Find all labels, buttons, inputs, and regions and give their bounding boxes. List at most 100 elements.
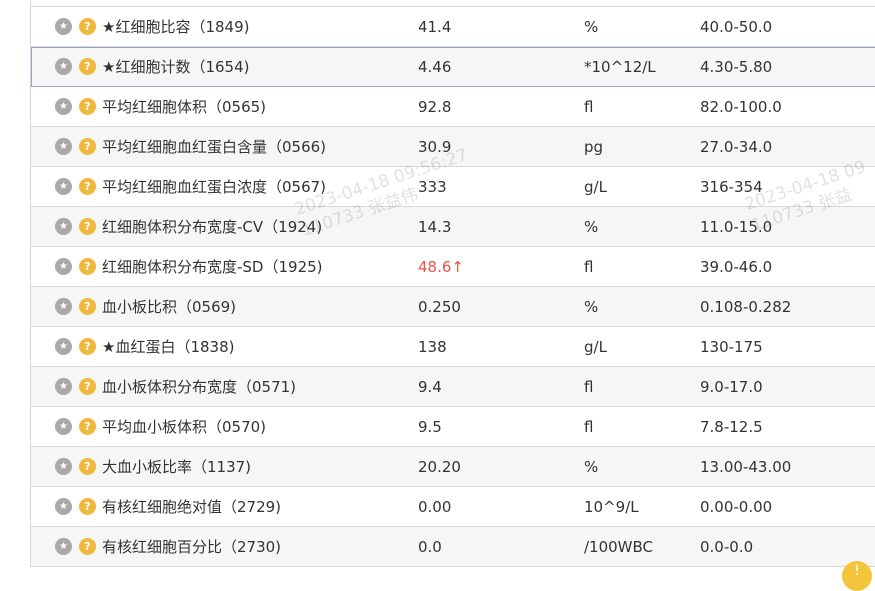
- question-icon[interactable]: ?: [79, 458, 96, 475]
- unit: %: [584, 17, 599, 36]
- unit: g/L: [584, 177, 607, 196]
- star-icon[interactable]: ★: [55, 18, 72, 35]
- unit: fl: [584, 377, 594, 396]
- item-name-cell: ★ ? 平均红细胞血红蛋白浓度（0567): [55, 167, 405, 206]
- reference-range: 7.8-12.5: [700, 417, 763, 436]
- reference-range: 9.0-17.0: [700, 377, 763, 396]
- item-name: 红细胞体积分布宽度-SD（1925): [102, 258, 323, 276]
- item-name: ★红细胞比容（1849): [102, 18, 250, 36]
- table-row[interactable]: ★ ? ★红细胞比容（1849) 41.4 % 40.0-50.0: [31, 7, 875, 47]
- table-row[interactable]: ★ ? 平均红细胞血红蛋白含量（0566) 30.9 pg 27.0-34.0: [31, 127, 875, 167]
- item-name-cell: ★ ? 有核红细胞百分比（2730): [55, 527, 405, 566]
- table-row[interactable]: ★ ? 大血小板比率（1137) 20.20 % 13.00-43.00: [31, 447, 875, 487]
- table-row[interactable]: ★ ? 平均血小板体积（0570) 9.5 fl 7.8-12.5: [31, 407, 875, 447]
- item-name-cell: ★ ? 平均红细胞血红蛋白含量（0566): [55, 127, 405, 166]
- star-icon[interactable]: ★: [55, 458, 72, 475]
- question-icon[interactable]: ?: [79, 498, 96, 515]
- table-row[interactable]: ★ ? 平均红细胞血红蛋白浓度（0567) 333 g/L 316-354: [31, 167, 875, 207]
- question-icon[interactable]: ?: [79, 18, 96, 35]
- result-value-abnormal: 48.6↑: [418, 257, 464, 276]
- item-name: 平均血小板体积（0570): [102, 418, 267, 436]
- unit: %: [584, 217, 599, 236]
- result-value: 4.46: [418, 57, 452, 76]
- item-name: 有核红细胞绝对值（2729): [102, 498, 282, 516]
- star-icon[interactable]: ★: [55, 178, 72, 195]
- table-row[interactable]: ★ ? ★血红蛋白（1838) 138 g/L 130-175: [31, 327, 875, 367]
- table-row[interactable]: ★ ? 平均红细胞体积（0565) 92.8 fl 82.0-100.0: [31, 87, 875, 127]
- reference-range: 39.0-46.0: [700, 257, 773, 276]
- unit: %: [584, 297, 599, 316]
- result-value: 0.00: [418, 497, 452, 516]
- reference-range: 0.108-0.282: [700, 297, 792, 316]
- floating-help-icon[interactable]: !: [842, 561, 872, 591]
- reference-range: 130-175: [700, 337, 763, 356]
- star-icon[interactable]: ★: [55, 58, 72, 75]
- result-value: 41.4: [418, 17, 452, 36]
- table-row[interactable]: ★ ? 血小板体积分布宽度（0571) 9.4 fl 9.0-17.0: [31, 367, 875, 407]
- unit: fl: [584, 257, 594, 276]
- item-name-cell: ★ ? 血小板体积分布宽度（0571): [55, 367, 405, 406]
- item-name-cell: ★ ? 大血小板比率（1137): [55, 447, 405, 486]
- table-row[interactable]: ★ ? 有核红细胞绝对值（2729) 0.00 10^9/L 0.00-0.00: [31, 487, 875, 527]
- item-name-cell: ★ ? 红细胞体积分布宽度-CV（1924): [55, 207, 405, 246]
- item-name: 血小板体积分布宽度（0571): [102, 378, 297, 396]
- result-value: 138: [418, 337, 447, 356]
- unit: fl: [584, 97, 594, 116]
- question-icon[interactable]: ?: [79, 338, 96, 355]
- item-name: 有核红细胞百分比（2730): [102, 538, 282, 556]
- star-icon[interactable]: ★: [55, 98, 72, 115]
- reference-range: 82.0-100.0: [700, 97, 782, 116]
- star-icon[interactable]: ★: [55, 258, 72, 275]
- table-row[interactable]: ★ ? 红细胞体积分布宽度-SD（1925) 48.6↑ fl 39.0-46.…: [31, 247, 875, 287]
- star-icon[interactable]: ★: [55, 418, 72, 435]
- star-icon[interactable]: ★: [55, 538, 72, 555]
- table-row[interactable]: ★ ? 有核红细胞百分比（2730) 0.0 /100WBC 0.0-0.0: [31, 527, 875, 567]
- item-name-cell: ★ ? ★红细胞比容（1849): [55, 7, 405, 46]
- table-row[interactable]: ★ ? 红细胞体积分布宽度-CV（1924) 14.3 % 11.0-15.0: [31, 207, 875, 247]
- reference-range: 4.30-5.80: [700, 57, 773, 76]
- unit: fl: [584, 417, 594, 436]
- item-name: 平均红细胞血红蛋白含量（0566): [102, 138, 327, 156]
- result-value: 92.8: [418, 97, 452, 116]
- question-icon[interactable]: ?: [79, 98, 96, 115]
- unit: g/L: [584, 337, 607, 356]
- item-name: ★红细胞计数（1654): [102, 58, 250, 76]
- question-icon[interactable]: ?: [79, 378, 96, 395]
- question-icon[interactable]: ?: [79, 258, 96, 275]
- reference-range: 0.0-0.0: [700, 537, 754, 556]
- item-name-cell: ★ ? ★血红蛋白（1838): [55, 327, 405, 366]
- reference-range: 13.00-43.00: [700, 457, 792, 476]
- question-icon[interactable]: ?: [79, 58, 96, 75]
- item-name-cell: ★ ? ★红细胞计数（1654): [55, 47, 405, 86]
- item-name: 平均红细胞血红蛋白浓度（0567): [102, 178, 327, 196]
- table-row[interactable]: ★ ? 血小板比积（0569) 0.250 % 0.108-0.282: [31, 287, 875, 327]
- item-name-cell: ★ ? 血小板比积（0569): [55, 287, 405, 326]
- star-icon[interactable]: ★: [55, 138, 72, 155]
- question-icon[interactable]: ?: [79, 218, 96, 235]
- star-icon[interactable]: ★: [55, 218, 72, 235]
- result-value: 9.5: [418, 417, 442, 436]
- question-icon[interactable]: ?: [79, 298, 96, 315]
- question-icon[interactable]: ?: [79, 138, 96, 155]
- lab-results-table: ★ ? ★红细胞比容（1849) 41.4 % 40.0-50.0 ★ ? ★红…: [30, 0, 875, 567]
- star-icon[interactable]: ★: [55, 338, 72, 355]
- reference-range: 40.0-50.0: [700, 17, 773, 36]
- table-row-selected[interactable]: ★ ? ★红细胞计数（1654) 4.46 *10^12/L 4.30-5.80: [31, 47, 875, 87]
- table-row-partial: [31, 0, 875, 7]
- item-name-cell: ★ ? 有核红细胞绝对值（2729): [55, 487, 405, 526]
- reference-range: 0.00-0.00: [700, 497, 773, 516]
- question-icon[interactable]: ?: [79, 418, 96, 435]
- reference-range: 11.0-15.0: [700, 217, 773, 236]
- item-name-cell: ★ ? 平均红细胞体积（0565): [55, 87, 405, 126]
- item-name: 红细胞体积分布宽度-CV（1924): [102, 218, 323, 236]
- unit: *10^12/L: [584, 57, 656, 76]
- question-icon[interactable]: ?: [79, 538, 96, 555]
- unit: %: [584, 457, 599, 476]
- question-icon[interactable]: ?: [79, 178, 96, 195]
- star-icon[interactable]: ★: [55, 378, 72, 395]
- star-icon[interactable]: ★: [55, 298, 72, 315]
- result-value: 20.20: [418, 457, 461, 476]
- star-icon[interactable]: ★: [55, 498, 72, 515]
- item-name-cell: ★ ? 红细胞体积分布宽度-SD（1925): [55, 247, 405, 286]
- result-value: 0.250: [418, 297, 461, 316]
